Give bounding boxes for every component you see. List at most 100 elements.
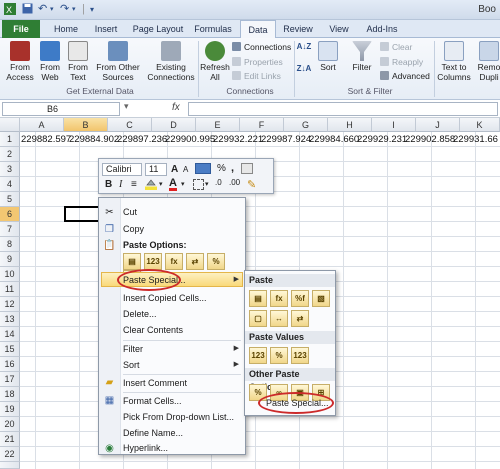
italic-button[interactable]: I [119,179,122,190]
cell-f1[interactable]: 229987.924 [261,132,311,147]
cell-b1[interactable]: 229884.902 [69,132,119,147]
keep-source-formatting-icon[interactable]: ▧ [312,290,330,307]
row-header[interactable]: 13 [0,312,20,327]
column-header[interactable]: C [108,118,152,132]
menu-item-cut[interactable]: Cut [123,207,137,217]
cell-h1[interactable]: 229929.231 [357,132,407,147]
tab-formulas[interactable]: Formulas [190,20,236,38]
redo-icon[interactable]: ↷ [60,3,69,16]
menu-item-delete[interactable]: Delete... [123,309,157,319]
row-header[interactable]: 21 [0,432,20,447]
sort-button[interactable]: Sort [314,41,342,72]
row-header[interactable]: 12 [0,297,20,312]
values-icon[interactable]: 123 [249,347,267,364]
refresh-all-button[interactable]: Refresh All [200,41,230,82]
increase-decimal-icon[interactable]: .0 [215,178,222,187]
row-header[interactable]: 5 [0,192,20,207]
sort-za-button[interactable]: Z↓A [296,64,312,73]
menu-item-insert-comment[interactable]: Insert Comment [123,378,187,388]
transpose-icon[interactable]: ⇄ [291,310,309,327]
borders-dropdown-icon[interactable]: ▾ [205,180,209,188]
paste-formulas-number-format-icon[interactable]: %f [291,290,309,307]
tab-file[interactable]: File [2,20,40,38]
tab-data[interactable]: Data [240,20,276,39]
fill-color-icon[interactable] [145,179,157,190]
row-header[interactable]: 20 [0,417,20,432]
column-header[interactable]: D [152,118,196,132]
filter-button[interactable]: Filter [348,41,376,72]
undo-dropdown-icon[interactable]: ▾ [50,3,54,16]
menu-item-clear-contents[interactable]: Clear Contents [123,325,183,335]
tab-home[interactable]: Home [48,20,84,38]
column-header[interactable]: I [372,118,416,132]
cell-a1[interactable]: 229882.597 [21,132,71,147]
column-header[interactable]: H [328,118,372,132]
no-borders-icon[interactable]: ▢ [249,310,267,327]
redo-dropdown-icon[interactable]: ▾ [72,3,76,16]
column-header[interactable]: F [240,118,284,132]
borders-icon[interactable] [193,179,204,190]
decrease-decimal-icon[interactable]: .00 [229,178,240,187]
menu-item-insert-copied-cells[interactable]: Insert Copied Cells... [123,293,207,303]
row-header[interactable]: 22 [0,447,20,462]
clear-filter-button[interactable]: Clear [380,42,412,52]
fill-color-dropdown-icon[interactable]: ▾ [159,180,163,188]
column-header[interactable]: A [20,118,64,132]
menu-item-define-name[interactable]: Define Name... [123,428,183,438]
column-header[interactable]: K [460,118,500,132]
row-header[interactable]: 7 [0,222,20,237]
edit-links-button[interactable]: Edit Links [232,71,281,81]
row-header[interactable]: 17 [0,372,20,387]
accounting-format-icon[interactable] [195,163,211,174]
cell-i1[interactable]: 229902.858 [405,132,455,147]
from-other-sources-button[interactable]: From Other Sources [94,41,142,82]
values-source-format-icon[interactable]: 123 [291,347,309,364]
row-header[interactable]: 14 [0,327,20,342]
cell-d1[interactable]: 229900.995 [165,132,215,147]
format-painter-icon[interactable]: ✎ [247,178,256,191]
tab-insert[interactable]: Insert [88,20,124,38]
from-web-button[interactable]: From Web [36,41,64,82]
cell-j1[interactable]: 229931.66 [453,132,498,147]
name-box-dropdown-icon[interactable]: ▾ [124,101,129,112]
menu-item-copy[interactable]: Copy [123,224,144,234]
tab-review[interactable]: Review [280,20,316,38]
menu-item-format-cells[interactable]: Format Cells... [123,396,182,406]
paste-formulas-icon[interactable]: fx [165,253,183,270]
menu-item-sort[interactable]: Sort [123,360,140,370]
comma-style-icon[interactable]: , [231,162,234,174]
paste-transpose-icon[interactable]: ⇄ [186,253,204,270]
undo-icon[interactable]: ↶ [38,3,47,16]
reapply-button[interactable]: Reapply [380,57,423,67]
sort-az-button[interactable]: A↓Z [296,42,312,51]
column-header[interactable]: E [196,118,240,132]
row-header[interactable]: 2 [0,147,20,162]
from-text-button[interactable]: From Text [64,41,92,82]
column-header[interactable]: J [416,118,460,132]
paste-values-icon[interactable]: 123 [144,253,162,270]
save-icon[interactable] [22,3,33,16]
text-to-columns-button[interactable]: Text to Columns [436,41,472,82]
row-header[interactable]: 11 [0,282,20,297]
paste-icon[interactable]: ▤ [123,253,141,270]
cell-e1[interactable]: 229932.221 [213,132,263,147]
bold-button[interactable]: B [105,179,112,190]
font-color-dropdown-icon[interactable]: ▾ [181,180,185,188]
row-header[interactable]: 19 [0,402,20,417]
insert-function-icon[interactable]: fx [172,102,180,113]
grow-font-icon[interactable]: A [171,164,178,175]
select-all-corner[interactable] [0,118,20,132]
paste-icon[interactable]: ▤ [249,290,267,307]
menu-item-hyperlink[interactable]: Hyperlink... [123,443,168,453]
column-header-selected[interactable]: B [64,118,108,132]
row-header[interactable] [0,462,20,469]
row-header[interactable]: 1 [0,132,20,147]
tab-add-ins[interactable]: Add-Ins [360,20,404,38]
formula-input[interactable] [188,102,498,116]
row-header-selected[interactable]: 6 [0,207,20,222]
paste-formatting-icon[interactable]: % [207,253,225,270]
font-color-icon[interactable]: A [169,178,177,191]
menu-item-pick-list[interactable]: Pick From Drop-down List... [123,412,234,422]
column-header[interactable]: G [284,118,328,132]
row-header[interactable]: 16 [0,357,20,372]
